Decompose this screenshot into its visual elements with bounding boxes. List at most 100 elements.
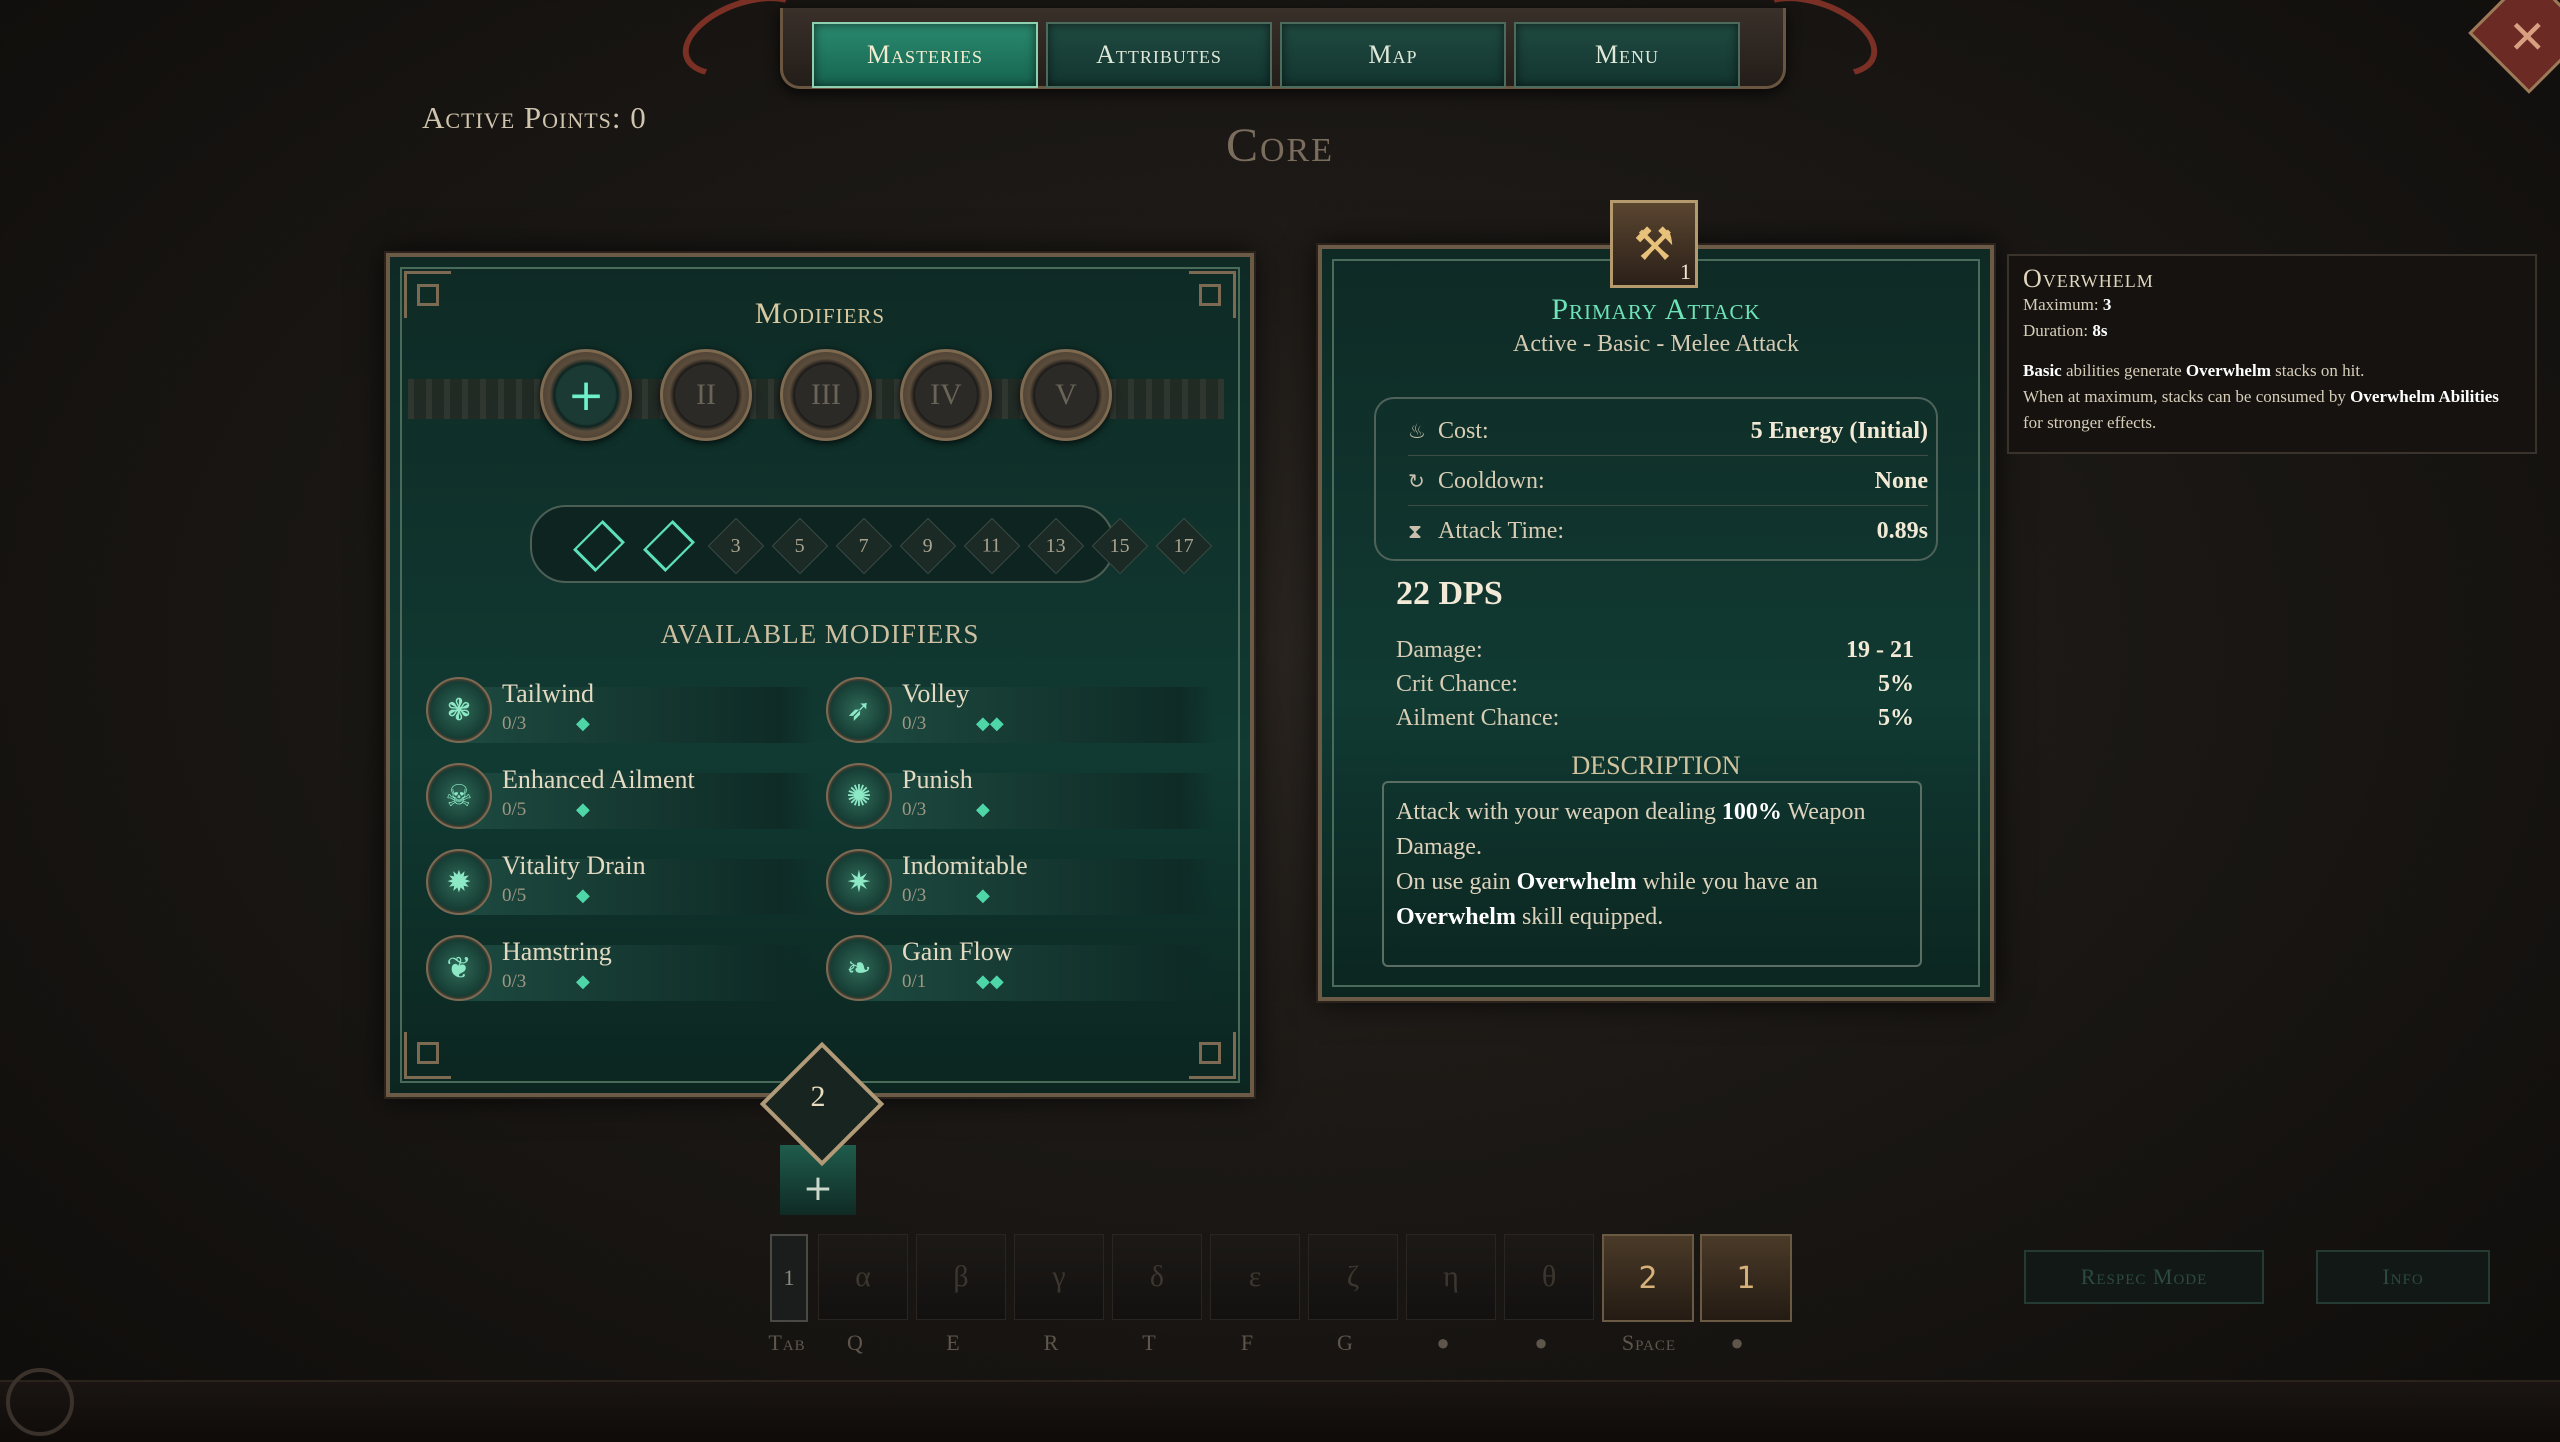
- hamstring-icon: ❦: [426, 935, 492, 1001]
- ability-cost-box: ♨ Cost: 5 Energy (Initial) ↻ Cooldown: N…: [1374, 397, 1938, 561]
- modifier-indomitable[interactable]: ✷ Indomitable 0/3 ◆: [826, 849, 1226, 915]
- cooldown-icon: ↻: [1408, 469, 1425, 493]
- point-threshold: 7: [835, 517, 893, 575]
- key-label-g: G: [1337, 1330, 1353, 1355]
- cost-diamond-icon: ◆◆: [976, 713, 1004, 734]
- hotbar-slot-mouse-right[interactable]: θ: [1504, 1234, 1594, 1320]
- modifier-volley[interactable]: ➶ Volley 0/3 ◆◆: [826, 677, 1226, 743]
- point-threshold: 11: [963, 517, 1021, 575]
- active-points-label: Active Points: 0: [422, 100, 647, 135]
- modifier-vitality-drain[interactable]: ✹ Vitality Drain 0/5 ◆: [426, 849, 826, 915]
- modifiers-panel: Modifiers + II III IV V 3 5 7 9 11 13 15…: [386, 253, 1254, 1097]
- tab-map[interactable]: Map: [1280, 22, 1506, 88]
- add-point-button[interactable]: +: [768, 1168, 868, 1209]
- indomitable-icon: ✷: [826, 849, 892, 915]
- point-threshold: 13: [1027, 517, 1085, 575]
- description-heading: DESCRIPTION: [1571, 751, 1741, 780]
- overwhelm-tooltip: Overwhelm Maximum: 3 Duration: 8s Basic …: [2007, 254, 2537, 454]
- close-button[interactable]: ✕: [2466, 0, 2560, 94]
- modifier-hamstring[interactable]: ❦ Hamstring 0/3 ◆: [426, 935, 826, 1001]
- point-threshold: 17: [1155, 517, 1213, 575]
- cooldown-row: ↻ Cooldown: None: [1408, 457, 1928, 506]
- cost-diamond-icon: ◆: [576, 713, 590, 734]
- volley-icon: ➶: [826, 677, 892, 743]
- hotbar-slot-f[interactable]: ε: [1210, 1234, 1300, 1320]
- cost-row: ♨ Cost: 5 Energy (Initial): [1408, 407, 1928, 456]
- tab-masteries[interactable]: Masteries: [812, 22, 1038, 88]
- flame-icon: ♨: [1408, 419, 1426, 443]
- tier-selector: + II III IV V: [540, 349, 1112, 441]
- hotbar-slot-mouse-left[interactable]: η: [1406, 1234, 1496, 1320]
- key-label-e: E: [946, 1330, 960, 1355]
- tab-attributes[interactable]: Attributes: [1046, 22, 1272, 88]
- hotbar-slot-tab[interactable]: 1: [770, 1234, 808, 1322]
- modifier-list: ❃ Tailwind 0/3 ◆ ➶ Volley 0/3 ◆◆ ☠ Enhan…: [426, 677, 1226, 1001]
- point-threshold: 9: [899, 517, 957, 575]
- bottom-ornament: [6, 1368, 74, 1436]
- tailwind-icon: ❃: [426, 677, 492, 743]
- key-label-f: F: [1240, 1330, 1254, 1355]
- skill-hotbar: 1 α β γ δ ε ζ η θ 2 1 Tab Q E R T F G ● …: [760, 1222, 1800, 1355]
- attack-time-row: ⧗ Attack Time: 0.89s: [1408, 517, 1928, 544]
- hotbar-slot-t[interactable]: δ: [1112, 1234, 1202, 1320]
- bottom-frame: [0, 1380, 2560, 1442]
- tier-5-button[interactable]: V: [1020, 349, 1112, 441]
- tier-2-button[interactable]: II: [660, 349, 752, 441]
- ability-title: Primary Attack: [1551, 293, 1761, 326]
- cost-diamond-icon: ◆◆: [976, 971, 1004, 992]
- hotbar-slot-q[interactable]: α: [818, 1234, 908, 1320]
- hourglass-icon: ⧗: [1408, 519, 1423, 543]
- modifier-points-badge: 2 +: [759, 1041, 885, 1215]
- key-label-t: T: [1142, 1330, 1156, 1355]
- gain-flow-icon: ❧: [826, 935, 892, 1001]
- ability-description: Attack with your weapon dealing 100% Wea…: [1382, 781, 1922, 967]
- cost-diamond-icon: ◆: [976, 885, 990, 906]
- point-threshold: 3: [707, 517, 765, 575]
- hotbar-slot-r[interactable]: γ: [1014, 1234, 1104, 1320]
- tab-menu[interactable]: Menu: [1514, 22, 1740, 88]
- crit-chance-row: Crit Chance: 5%: [1396, 671, 1914, 697]
- punish-icon: ✺: [826, 763, 892, 829]
- tier-3-button[interactable]: III: [780, 349, 872, 441]
- top-nav: Masteries Attributes Map Menu: [660, 0, 1900, 93]
- mouse-left-icon: ●: [1436, 1330, 1450, 1355]
- vitality-drain-icon: ✹: [426, 849, 492, 915]
- info-button[interactable]: Info: [2316, 1250, 2490, 1304]
- ability-tags: Active - Basic - Melee Attack: [1513, 331, 1799, 357]
- point-threshold: 15: [1091, 517, 1149, 575]
- section-title: Core: [1225, 119, 1334, 172]
- damage-row: Damage: 19 - 21: [1396, 637, 1914, 663]
- mouse-right-icon: ●: [1534, 1330, 1548, 1355]
- modifier-gain-flow[interactable]: ❧ Gain Flow 0/1 ◆◆: [826, 935, 1226, 1001]
- cost-diamond-icon: ◆: [576, 971, 590, 992]
- modifier-tailwind[interactable]: ❃ Tailwind 0/3 ◆: [426, 677, 826, 743]
- modifier-punish[interactable]: ✺ Punish 0/3 ◆: [826, 763, 1226, 829]
- point-threshold: 5: [771, 517, 829, 575]
- point-filled: [573, 520, 625, 572]
- mouse-middle-icon: ●: [1730, 1330, 1744, 1355]
- hotbar-slot-g[interactable]: ζ: [1308, 1234, 1398, 1320]
- points-track: 3 5 7 9 11 13 15 17: [530, 505, 1213, 583]
- hotbar-slot-primary[interactable]: 1: [1700, 1234, 1792, 1322]
- hotbar-slot-e[interactable]: β: [916, 1234, 1006, 1320]
- modifier-points-count: 2: [810, 1080, 826, 1113]
- key-label-q: Q: [847, 1330, 863, 1355]
- close-icon: ✕: [2508, 10, 2547, 64]
- hotbar-slot-space[interactable]: 2: [1602, 1234, 1694, 1322]
- key-label-space: Space: [1621, 1330, 1677, 1355]
- available-modifiers-heading: AVAILABLE MODIFIERS: [660, 619, 980, 649]
- axe-icon: ⚒ 1: [1610, 200, 1698, 288]
- tier-4-button[interactable]: IV: [900, 349, 992, 441]
- key-label-r: R: [1043, 1330, 1059, 1355]
- ability-details-panel: Primary Attack Active - Basic - Melee At…: [1318, 245, 1994, 1001]
- dps-value: 22 DPS: [1396, 575, 1503, 612]
- cost-diamond-icon: ◆: [576, 799, 590, 820]
- modifiers-heading: Modifiers: [754, 297, 886, 330]
- enhanced-ailment-icon: ☠: [426, 763, 492, 829]
- modifier-enhanced-ailment[interactable]: ☠ Enhanced Ailment 0/5 ◆: [426, 763, 826, 829]
- point-filled: [643, 520, 695, 572]
- tier-1-button[interactable]: +: [540, 349, 632, 441]
- cost-diamond-icon: ◆: [576, 885, 590, 906]
- respec-mode-button[interactable]: Respec Mode: [2024, 1250, 2264, 1304]
- ailment-chance-row: Ailment Chance: 5%: [1396, 705, 1914, 731]
